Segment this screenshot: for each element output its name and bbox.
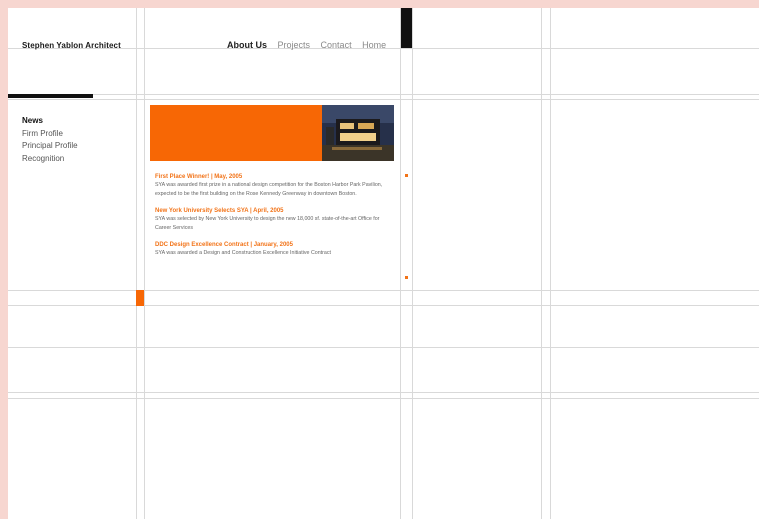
nav-item-about-us[interactable]: About Us (227, 40, 267, 50)
building-photo (322, 105, 394, 161)
grid-line (144, 8, 145, 519)
grid-line (8, 99, 759, 100)
sidebar-item-news[interactable]: News (22, 115, 78, 128)
grid-line (8, 398, 759, 399)
top-nav: About Us Projects Contact Home (227, 40, 394, 50)
orange-marker (136, 290, 144, 306)
news-body: SYA was selected by New York University … (155, 215, 380, 232)
grid-line (400, 8, 401, 519)
grid-line (8, 305, 759, 306)
sidebar-item-recognition[interactable]: Recognition (22, 153, 78, 166)
news-heading[interactable]: DDC Design Excellence Contract | January… (155, 242, 395, 248)
news-body: SYA was awarded a Design and Constructio… (155, 249, 331, 256)
nav-item-projects[interactable]: Projects (278, 40, 311, 50)
list-item: New York University Selects SYA | April,… (155, 208, 395, 234)
page: Stephen Yablon Architect About Us Projec… (8, 8, 759, 519)
grid-line (8, 392, 759, 393)
grid-line (8, 94, 759, 95)
grid-line (412, 8, 413, 519)
news-heading[interactable]: First Place Winner! | May, 2005 (155, 174, 395, 180)
list-item: DDC Design Excellence Contract | January… (155, 242, 395, 258)
grid-line (550, 8, 551, 519)
news-list: First Place Winner! | May, 2005 SYA was … (155, 174, 395, 266)
scroll-up-arrow-icon[interactable] (405, 174, 408, 177)
list-item: First Place Winner! | May, 2005 SYA was … (155, 174, 395, 200)
black-accent-bar (401, 8, 412, 48)
nav-item-contact[interactable]: Contact (321, 40, 352, 50)
side-nav: News Firm Profile Principal Profile Reco… (22, 115, 78, 165)
news-heading[interactable]: New York University Selects SYA | April,… (155, 208, 395, 214)
nav-item-home[interactable]: Home (362, 40, 386, 50)
scroll-down-arrow-icon[interactable] (405, 276, 408, 279)
grid-line (8, 347, 759, 348)
grid-line (8, 290, 759, 291)
grid-line (541, 8, 542, 519)
black-accent-bar (8, 94, 93, 98)
grid-line (136, 8, 137, 519)
site-logo[interactable]: Stephen Yablon Architect (22, 41, 121, 50)
news-body: SYA was awarded first prize in a nationa… (155, 182, 383, 198)
orange-banner (150, 105, 394, 161)
sidebar-item-firm-profile[interactable]: Firm Profile (22, 128, 78, 141)
sidebar-item-principal-profile[interactable]: Principal Profile (22, 140, 78, 153)
